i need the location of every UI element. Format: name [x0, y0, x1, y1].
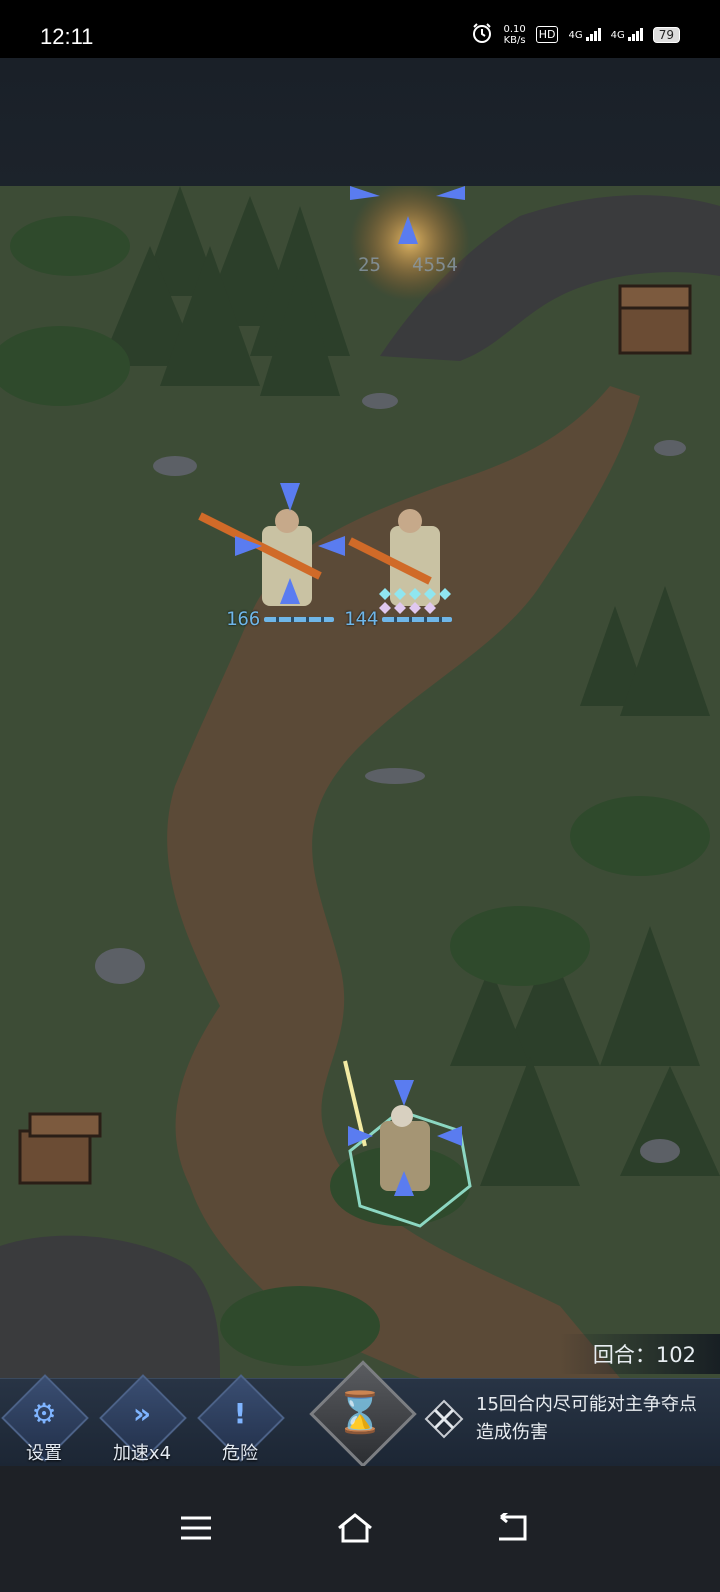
objective-text: 15回合内尽可能对主争夺点 造成伤害 — [476, 1391, 697, 1447]
signal-icon-sim1: 4G — [568, 28, 601, 41]
enemy-hp-left: 25 — [358, 254, 381, 276]
enemy-hp-right: 4554 — [412, 254, 458, 276]
speed-label: 加速x4 — [112, 1443, 172, 1464]
sim1-label: 4G — [568, 30, 583, 41]
hd-badge: HD — [535, 26, 559, 43]
gear-icon: ⚙ — [31, 1397, 57, 1430]
settings-button[interactable]: ⚙ 设置 — [1, 1374, 89, 1467]
objective-line-2: 造成伤害 — [476, 1422, 548, 1443]
home-icon[interactable] — [325, 1498, 385, 1558]
round-counter: 回合：102 — [560, 1334, 720, 1374]
exclamation-icon: ! — [233, 1397, 247, 1430]
map-terrain — [0, 186, 720, 1378]
unit-hp-value: 166 — [226, 608, 261, 630]
fast-forward-icon: » — [132, 1397, 152, 1430]
signal-icon-sim2: 4G — [611, 28, 643, 41]
unit-hp-2: 144 — [344, 608, 453, 630]
network-speed: 0.10 KB/s — [503, 24, 525, 46]
danger-label: 危险 — [222, 1443, 258, 1464]
settings-label: 设置 — [26, 1443, 62, 1464]
hourglass-icon: ⌛ — [335, 1390, 385, 1436]
clock: 12:11 — [40, 24, 94, 49]
end-turn-button[interactable]: ⌛ — [309, 1360, 417, 1468]
danger-button[interactable]: ! 危险 — [197, 1374, 285, 1467]
top-letterbox — [0, 58, 720, 186]
net-speed-value: 0.10 — [503, 23, 526, 35]
crossed-swords-icon — [424, 1399, 464, 1439]
menu-icon[interactable] — [166, 1498, 226, 1558]
sim2-label: 4G — [610, 30, 625, 41]
unit-hp-value: 144 — [344, 608, 379, 630]
alarm-icon — [471, 22, 493, 47]
objective-panel: 15回合内尽可能对主争夺点 造成伤害 — [420, 1387, 720, 1459]
net-speed-unit: KB/s — [503, 34, 526, 46]
battery-icon: 79 — [652, 26, 680, 43]
unit-hp-1: 166 — [226, 608, 335, 630]
speed-button[interactable]: » 加速x4 — [99, 1374, 187, 1467]
back-icon[interactable] — [482, 1498, 542, 1558]
status-icons: 0.10 KB/s HD 4G 4G 79 — [471, 22, 680, 47]
unit-hp-bar — [382, 616, 453, 622]
unit-hp-bar — [264, 616, 335, 622]
battle-map[interactable]: 25 4554 166 144 回合：102 — [0, 186, 720, 1378]
system-nav-bar — [0, 1466, 720, 1592]
objective-line-1: 15回合内尽可能对主争夺点 — [476, 1394, 697, 1415]
action-bar: ⚙ 设置 » 加速x4 ! 危险 ⌛ 15回合内尽可能对主争夺点 造成伤害 — [0, 1360, 720, 1468]
